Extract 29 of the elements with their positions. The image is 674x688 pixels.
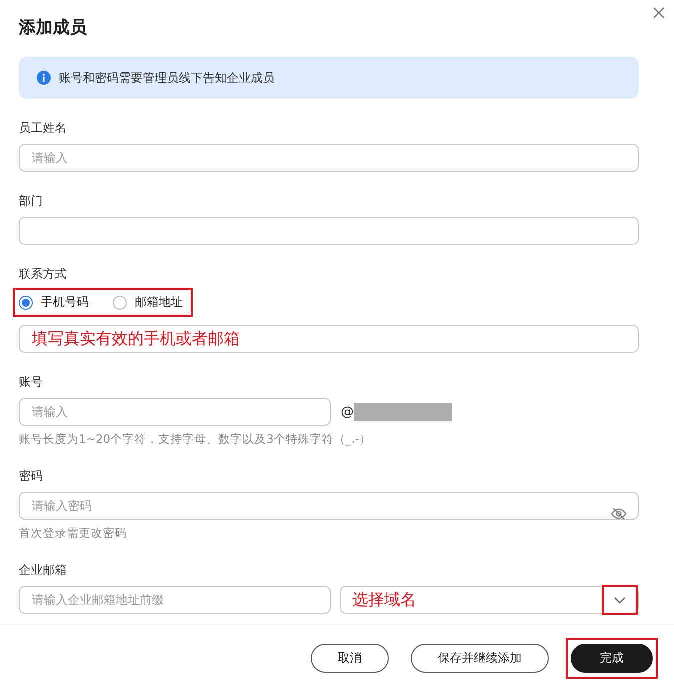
field-label: 员工姓名 [19, 120, 68, 136]
notice-text: 账号和密码需要管理员线下告知企业成员 [59, 70, 275, 86]
eye-slash-icon[interactable] [611, 507, 627, 521]
hint-text: 首次登录需更改密码 [19, 526, 128, 541]
password-field[interactable]: 请输入密码 [19, 492, 639, 520]
footer-button[interactable]: 保存并继续添加 [411, 644, 549, 673]
field-label: 密码 [19, 468, 44, 484]
field-label: 部门 [19, 193, 44, 209]
at-sign: @ [341, 404, 354, 420]
annotation-text: 选择域名 [352, 590, 416, 610]
annotation-text: 填写真实有效的手机或者邮箱 [32, 328, 240, 350]
field-label: 联系方式 [19, 266, 68, 282]
hint-text: 账号长度为1~20个字符，支持字母、数字以及3个特殊字符（_.-） [19, 432, 372, 447]
text-field[interactable] [19, 217, 639, 245]
footer-button[interactable]: 取消 [311, 644, 389, 673]
account-field[interactable]: 请输入 [19, 398, 331, 426]
dialog-title: 添加成员 [19, 17, 88, 40]
radio-option[interactable]: 手机号码 [19, 294, 89, 311]
text-field[interactable]: 请输入 [19, 144, 639, 172]
field-label: 账号 [19, 374, 44, 390]
highlighted-caret-icon[interactable] [602, 585, 638, 615]
contact-field[interactable]: 填写真实有效的手机或者邮箱 [19, 325, 639, 353]
done-button[interactable]: 完成 [571, 644, 653, 673]
radio-option[interactable]: 邮箱地址 [113, 294, 183, 311]
domain-select[interactable]: 选择域名 [340, 586, 639, 614]
close-icon[interactable] [653, 7, 665, 19]
field-label: 企业邮箱 [19, 562, 68, 578]
email-prefix-field[interactable]: 请输入企业邮箱地址前缀 [19, 586, 330, 614]
info-icon [37, 71, 51, 85]
